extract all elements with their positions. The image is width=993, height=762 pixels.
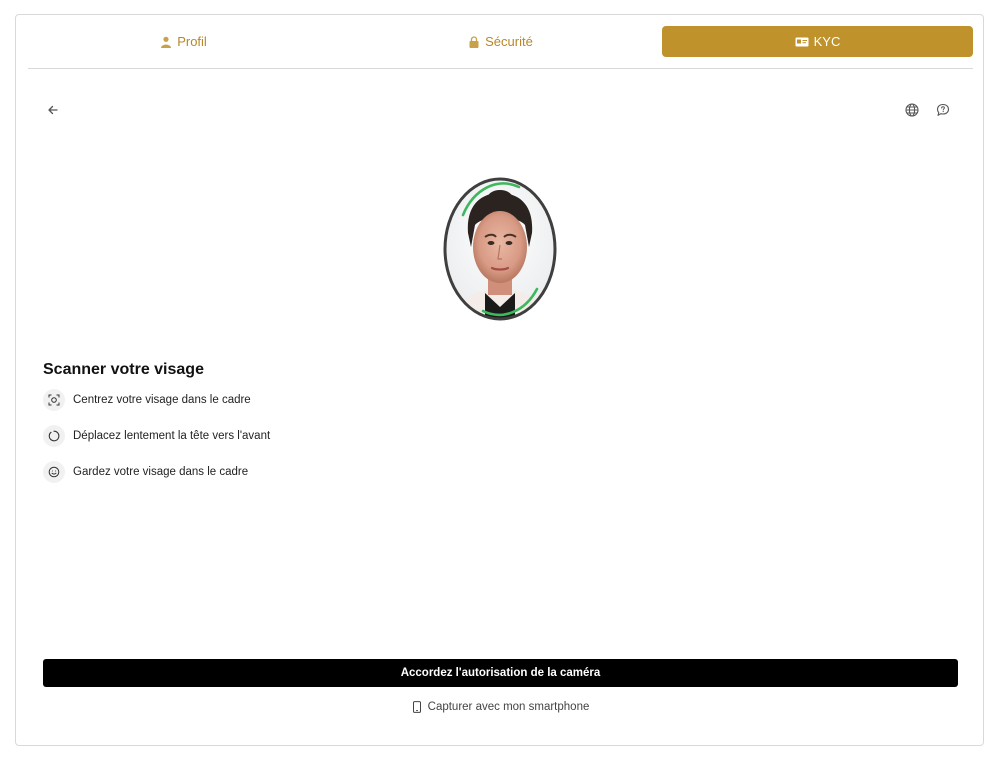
instruction-item: Centrez votre visage dans le cadre [43,389,251,411]
tab-securite[interactable]: Sécurité [345,26,656,57]
smartphone-icon [412,701,421,713]
instruction-text: Gardez votre visage dans le cadre [73,466,249,478]
camera-permission-button[interactable]: Accordez l'autorisation de la caméra [43,659,958,687]
instruction-icon-wrap [43,461,65,483]
kyc-card: Profil Sécurité KYC Scanner votre visage… [15,14,984,746]
globe-icon [905,103,919,117]
instruction-text: Déplacez lentement la tête vers l'avant [73,430,271,442]
help-button[interactable] [933,100,953,120]
circle-progress-icon [48,430,60,442]
smartphone-capture-label: Capturer avec mon smartphone [427,701,590,713]
smartphone-capture-link[interactable]: Capturer avec mon smartphone [43,699,958,715]
smile-icon [48,466,60,478]
instruction-icon-wrap [43,389,65,411]
lock-icon [469,35,479,48]
back-button[interactable] [43,100,63,120]
face-preview-image [443,177,557,321]
tab-label: KYC [813,34,841,49]
instruction-text: Centrez votre visage dans le cadre [73,394,251,406]
instruction-item: Gardez votre visage dans le cadre [43,461,248,483]
tab-label: Profil [177,34,207,49]
instruction-item: Déplacez lentement la tête vers l'avant [43,425,270,447]
arrow-left-icon [48,105,58,115]
face-scan-icon [48,394,60,406]
user-icon [161,36,172,48]
language-button[interactable] [902,100,922,120]
tab-profil[interactable]: Profil [28,26,339,57]
scan-title: Scanner votre visage [43,361,204,378]
tab-bar: Profil Sécurité KYC [28,26,973,57]
chat-question-icon [936,103,950,116]
instruction-icon-wrap [43,425,65,447]
face-scan-frame [441,175,559,323]
id-card-icon [795,37,809,46]
tab-kyc[interactable]: KYC [662,26,973,57]
tab-divider [28,68,973,69]
tab-label: Sécurité [485,34,533,49]
